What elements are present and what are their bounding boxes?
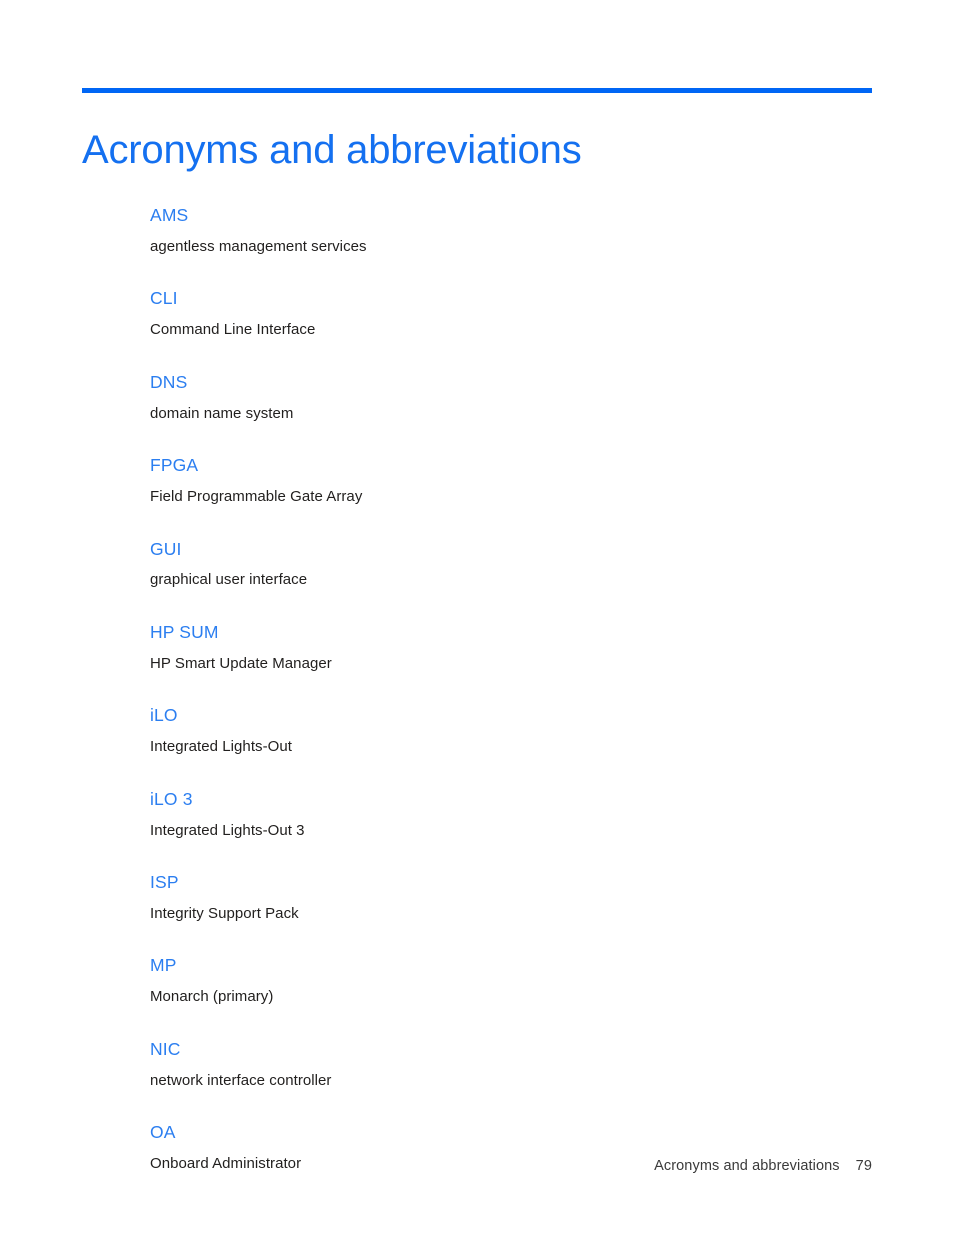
document-page: Acronyms and abbreviations AMS agentless … — [0, 0, 954, 1235]
glossary-term: HP SUM — [150, 621, 219, 642]
glossary-definition: network interface controller — [150, 1071, 332, 1089]
glossary-entry: MP Monarch (primary) — [150, 955, 850, 1006]
glossary-list: AMS agentless management services CLI Comma… — [150, 205, 850, 1174]
glossary-entry: ISP Integrity Support Pack — [150, 872, 850, 923]
glossary-definition: graphical user interface — [150, 571, 308, 589]
glossary-definition: Integrated Lights-Out — [150, 738, 292, 756]
title-divider-rule — [82, 88, 872, 93]
glossary-entry: AMS agentless management services — [150, 205, 850, 256]
glossary-term: FPGA — [150, 455, 199, 476]
glossary-entry: iLO Integrated Lights-Out — [150, 705, 850, 756]
glossary-term: NIC — [150, 1038, 181, 1059]
glossary-definition: Monarch (primary) — [150, 988, 274, 1006]
glossary-definition: Integrity Support Pack — [150, 904, 299, 922]
glossary-definition: agentless management services — [150, 237, 367, 255]
glossary-definition: Command Line Interface — [150, 321, 316, 339]
glossary-entry: iLO 3 Integrated Lights-Out 3 — [150, 789, 850, 840]
glossary-entry: GUI graphical user interface — [150, 539, 850, 590]
glossary-definition: Field Programmable Gate Array — [150, 488, 363, 505]
glossary-term: GUI — [150, 538, 182, 559]
glossary-definition: Integrated Lights-Out 3 — [150, 821, 305, 839]
glossary-term: OA — [150, 1122, 176, 1143]
page-title: Acronyms and abbreviations — [82, 127, 582, 172]
glossary-entry: CLI Command Line Interface — [150, 288, 850, 339]
footer-chapter-label: Acronyms and abbreviations — [654, 1158, 840, 1174]
glossary-term: iLO 3 — [150, 788, 193, 809]
page-footer: Acronyms and abbreviations 79 — [0, 1158, 872, 1174]
glossary-entry: DNS domain name system — [150, 372, 850, 423]
glossary-term: iLO — [150, 705, 178, 726]
footer-page-number: 79 — [855, 1158, 872, 1174]
glossary-term: DNS — [150, 371, 188, 392]
glossary-entry: HP SUM HP Smart Update Manager — [150, 622, 850, 673]
glossary-entry: NIC network interface controller — [150, 1039, 850, 1090]
glossary-definition: domain name system — [150, 404, 294, 422]
glossary-term: MP — [150, 955, 177, 976]
glossary-term: CLI — [150, 288, 178, 309]
glossary-entry: FPGA Field Programmable Gate Array — [150, 455, 850, 506]
glossary-term: ISP — [150, 872, 179, 892]
glossary-definition: HP Smart Update Manager — [150, 654, 332, 672]
glossary-term: AMS — [150, 205, 189, 225]
